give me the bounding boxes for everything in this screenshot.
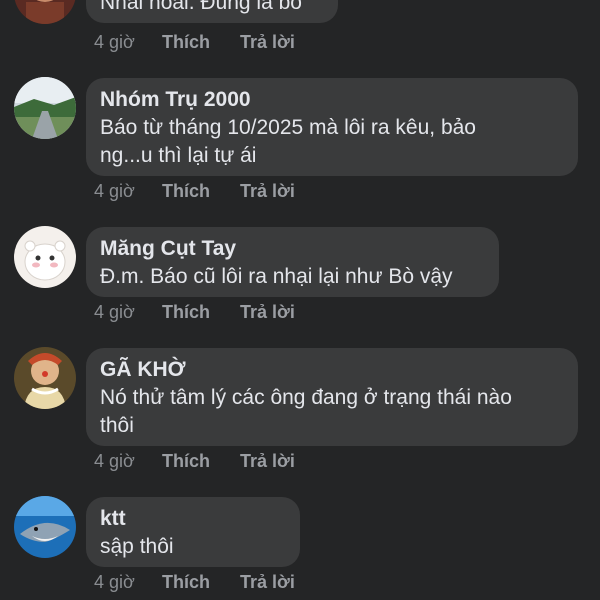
comment-author[interactable]: ktt	[100, 505, 285, 533]
comment-actions: 4 giờ Thích Trả lời	[94, 451, 295, 472]
like-button[interactable]: Thích	[162, 181, 240, 202]
avatar[interactable]	[14, 347, 76, 409]
reply-button[interactable]: Trả lời	[240, 181, 295, 202]
comment-time: 4 giờ	[94, 572, 135, 592]
avatar[interactable]	[14, 226, 76, 288]
comment-actions: 4 giờ Thích Trả lời	[94, 32, 295, 53]
reply-button[interactable]: Trả lời	[240, 32, 295, 53]
comment-time: 4 giờ	[94, 302, 135, 322]
comment-time: 4 giờ	[94, 451, 135, 471]
avatar[interactable]	[14, 496, 76, 558]
reply-button[interactable]: Trả lời	[240, 572, 295, 593]
comment-time: 4 giờ	[94, 181, 135, 201]
avatar[interactable]	[14, 0, 76, 24]
comment-actions: 4 giờ Thích Trả lời	[94, 572, 295, 593]
reply-button[interactable]: Trả lời	[240, 302, 295, 323]
comment-bubble: GÃ KHỜ Nó thử tâm lý các ông đang ở trạn…	[86, 348, 578, 446]
comment-bubble: Măng Cụt Tay Đ.m. Báo cũ lôi ra nhại lại…	[86, 227, 499, 297]
comment-text: Nó thử tâm lý các ông đang ở trạng thái …	[100, 386, 512, 437]
comment-author[interactable]: Măng Cụt Tay	[100, 235, 484, 263]
like-button[interactable]: Thích	[162, 302, 240, 323]
comment-text: Đ.m. Báo cũ lôi ra nhại lại như Bò vậy	[100, 265, 453, 288]
comment-bubble: ktt sập thôi	[86, 497, 300, 567]
comment-text: sập thôi	[100, 535, 174, 558]
comment-bubble: Nhóm Trụ 2000 Báo từ tháng 10/2025 mà lô…	[86, 78, 578, 176]
comment-author[interactable]: Nhóm Trụ 2000	[100, 86, 563, 114]
like-button[interactable]: Thích	[162, 32, 240, 53]
comment-feed: Nhai hoai. Đúng là bò 4 giờ Thích Trả lờ…	[0, 0, 600, 600]
comment-text: Nhai hoai. Đúng là bò	[100, 0, 302, 14]
like-button[interactable]: Thích	[162, 451, 240, 472]
reply-button[interactable]: Trả lời	[240, 451, 295, 472]
comment-actions: 4 giờ Thích Trả lời	[94, 302, 295, 323]
comment-time: 4 giờ	[94, 32, 135, 52]
comment-author[interactable]: GÃ KHỜ	[100, 356, 563, 384]
comment-text: Báo từ tháng 10/2025 mà lôi ra kêu, bảo …	[100, 116, 476, 167]
comment-bubble: Nhai hoai. Đúng là bò	[86, 0, 338, 23]
comment-actions: 4 giờ Thích Trả lời	[94, 181, 295, 202]
avatar[interactable]	[14, 77, 76, 139]
like-button[interactable]: Thích	[162, 572, 240, 593]
